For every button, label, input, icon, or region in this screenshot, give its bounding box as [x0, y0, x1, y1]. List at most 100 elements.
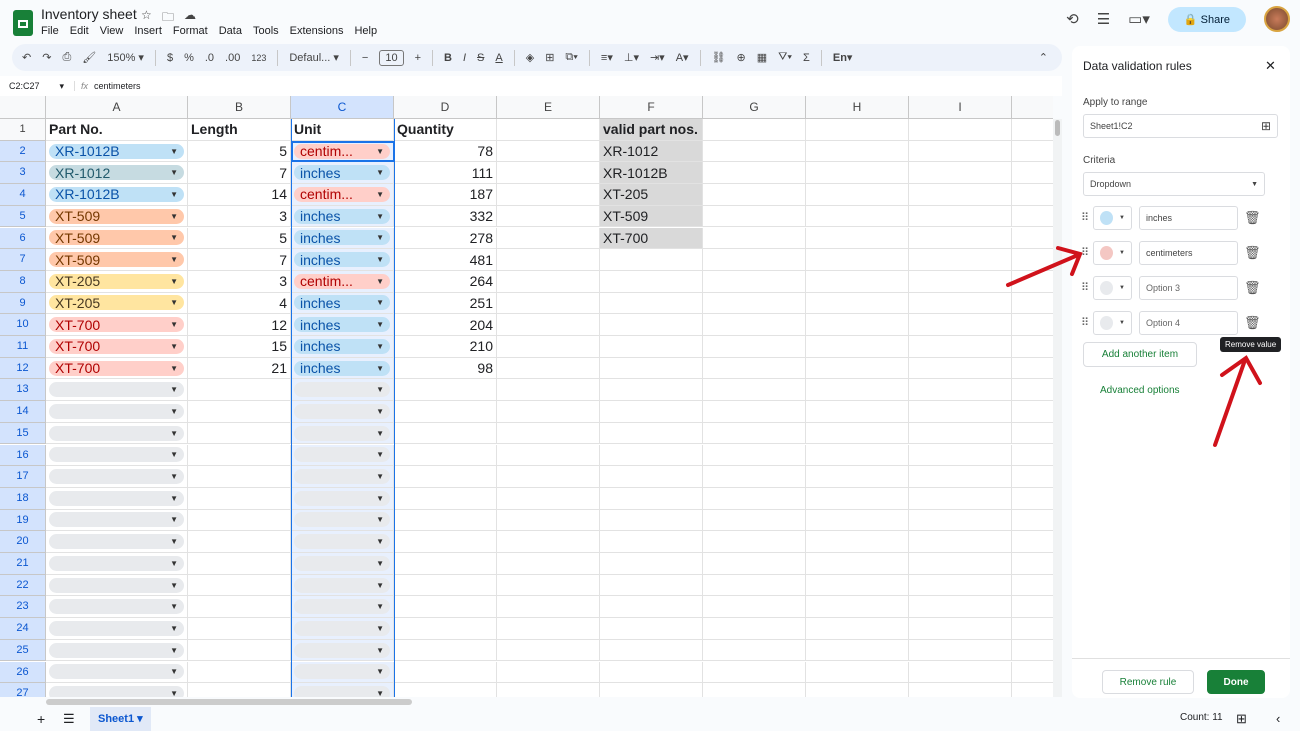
quantity-cell[interactable]: 481: [394, 249, 497, 271]
dropdown-chip[interactable]: XT-700▼: [49, 361, 184, 376]
trash-icon[interactable]: 🗑: [1244, 210, 1261, 226]
corner-cell[interactable]: [0, 96, 46, 119]
cell[interactable]: [703, 249, 806, 271]
range-input[interactable]: Sheet1!C2⊞: [1083, 114, 1278, 138]
chevron-down-icon[interactable]: ▼: [170, 212, 178, 221]
length-cell[interactable]: 7: [188, 249, 291, 271]
cell[interactable]: [497, 162, 600, 184]
horizontal-scroll-thumb[interactable]: [46, 699, 412, 705]
quantity-cell[interactable]: 187: [394, 184, 497, 206]
cell[interactable]: [188, 423, 291, 445]
cell[interactable]: [497, 596, 600, 618]
dropdown-chip[interactable]: ▼: [49, 512, 184, 527]
cell[interactable]: [909, 249, 1012, 271]
part-no-cell[interactable]: ▼: [46, 445, 188, 467]
font-select[interactable]: Defaul... ▾: [289, 51, 339, 64]
cell[interactable]: [188, 553, 291, 575]
cell[interactable]: [703, 488, 806, 510]
cell[interactable]: [703, 445, 806, 467]
remove-rule-button[interactable]: Remove rule: [1102, 670, 1194, 694]
cell[interactable]: [806, 228, 909, 250]
cell[interactable]: [703, 640, 806, 662]
cloud-status-icon[interactable]: ☁: [184, 8, 196, 22]
italic-button[interactable]: I: [463, 52, 466, 64]
chevron-down-icon[interactable]: ▼: [170, 472, 178, 481]
header-cell-D[interactable]: Quantity: [394, 119, 497, 141]
cell[interactable]: [1012, 488, 1053, 510]
cell[interactable]: [394, 445, 497, 467]
dropdown-chip[interactable]: XT-205▼: [49, 274, 184, 289]
star-icon[interactable]: ☆: [141, 8, 152, 22]
cell[interactable]: [1012, 683, 1053, 697]
cell[interactable]: [497, 640, 600, 662]
cell[interactable]: [703, 119, 806, 141]
column-header-J[interactable]: [1012, 96, 1053, 119]
cell[interactable]: [394, 596, 497, 618]
cell[interactable]: [909, 141, 1012, 163]
input-tools-icon[interactable]: En▾: [833, 51, 853, 64]
cell[interactable]: [909, 662, 1012, 684]
quantity-cell[interactable]: 251: [394, 293, 497, 315]
dropdown-chip[interactable]: XT-700▼: [49, 339, 184, 354]
part-no-cell[interactable]: ▼: [46, 618, 188, 640]
cell[interactable]: [1012, 119, 1053, 141]
font-size-increase[interactable]: +: [415, 52, 421, 64]
font-size-decrease[interactable]: −: [362, 52, 368, 64]
cell[interactable]: [188, 618, 291, 640]
name-box[interactable]: C2:C27▾: [0, 81, 68, 92]
cell[interactable]: [394, 488, 497, 510]
chevron-down-icon[interactable]: ▼: [170, 407, 178, 416]
row-header[interactable]: 10: [0, 314, 46, 336]
dropdown-chip[interactable]: ▼: [49, 469, 184, 484]
cell[interactable]: [703, 314, 806, 336]
row-header[interactable]: 5: [0, 206, 46, 228]
row-header[interactable]: 6: [0, 228, 46, 250]
cell[interactable]: [909, 510, 1012, 532]
row-header[interactable]: 1: [0, 119, 46, 141]
cell[interactable]: [703, 618, 806, 640]
length-cell[interactable]: 5: [188, 141, 291, 163]
cell[interactable]: [1012, 575, 1053, 597]
menu-insert[interactable]: Insert: [134, 25, 162, 37]
cell[interactable]: [703, 575, 806, 597]
cell[interactable]: [497, 423, 600, 445]
cell[interactable]: [703, 531, 806, 553]
row-header[interactable]: 12: [0, 358, 46, 380]
cell[interactable]: [806, 162, 909, 184]
part-no-cell[interactable]: XT-509▼: [46, 228, 188, 250]
cell[interactable]: [703, 553, 806, 575]
merge-cells-icon[interactable]: ⧉▾: [565, 51, 577, 64]
done-button[interactable]: Done: [1207, 670, 1265, 694]
cell[interactable]: [188, 596, 291, 618]
column-header-H[interactable]: H: [806, 96, 909, 119]
chevron-down-icon[interactable]: ▼: [170, 147, 178, 156]
cell[interactable]: [394, 553, 497, 575]
cell[interactable]: [394, 640, 497, 662]
filter-icon[interactable]: ⛛▾: [778, 51, 792, 64]
cell[interactable]: [806, 293, 909, 315]
cell[interactable]: [600, 336, 703, 358]
length-cell[interactable]: 4: [188, 293, 291, 315]
quantity-cell[interactable]: 278: [394, 228, 497, 250]
part-no-cell[interactable]: ▼: [46, 596, 188, 618]
part-no-cell[interactable]: XT-700▼: [46, 358, 188, 380]
valid-part-cell[interactable]: XT-700: [600, 228, 703, 250]
cell[interactable]: [497, 466, 600, 488]
cell[interactable]: [600, 423, 703, 445]
tab-sheet1[interactable]: Sheet1 ▾: [90, 707, 151, 731]
chevron-down-icon[interactable]: ▼: [170, 450, 178, 459]
quantity-cell[interactable]: 332: [394, 206, 497, 228]
column-header-G[interactable]: G: [703, 96, 806, 119]
chevron-down-icon[interactable]: ▼: [170, 168, 178, 177]
add-sheet-icon[interactable]: +: [37, 711, 45, 727]
percent-button[interactable]: %: [184, 52, 194, 64]
cell[interactable]: [1012, 466, 1053, 488]
cell[interactable]: [909, 379, 1012, 401]
fill-color-icon[interactable]: ◈: [526, 51, 534, 64]
cell[interactable]: [806, 141, 909, 163]
chevron-down-icon[interactable]: ▼: [170, 646, 178, 655]
cell[interactable]: [806, 184, 909, 206]
part-no-cell[interactable]: ▼: [46, 640, 188, 662]
cell[interactable]: [188, 510, 291, 532]
row-header[interactable]: 17: [0, 466, 46, 488]
